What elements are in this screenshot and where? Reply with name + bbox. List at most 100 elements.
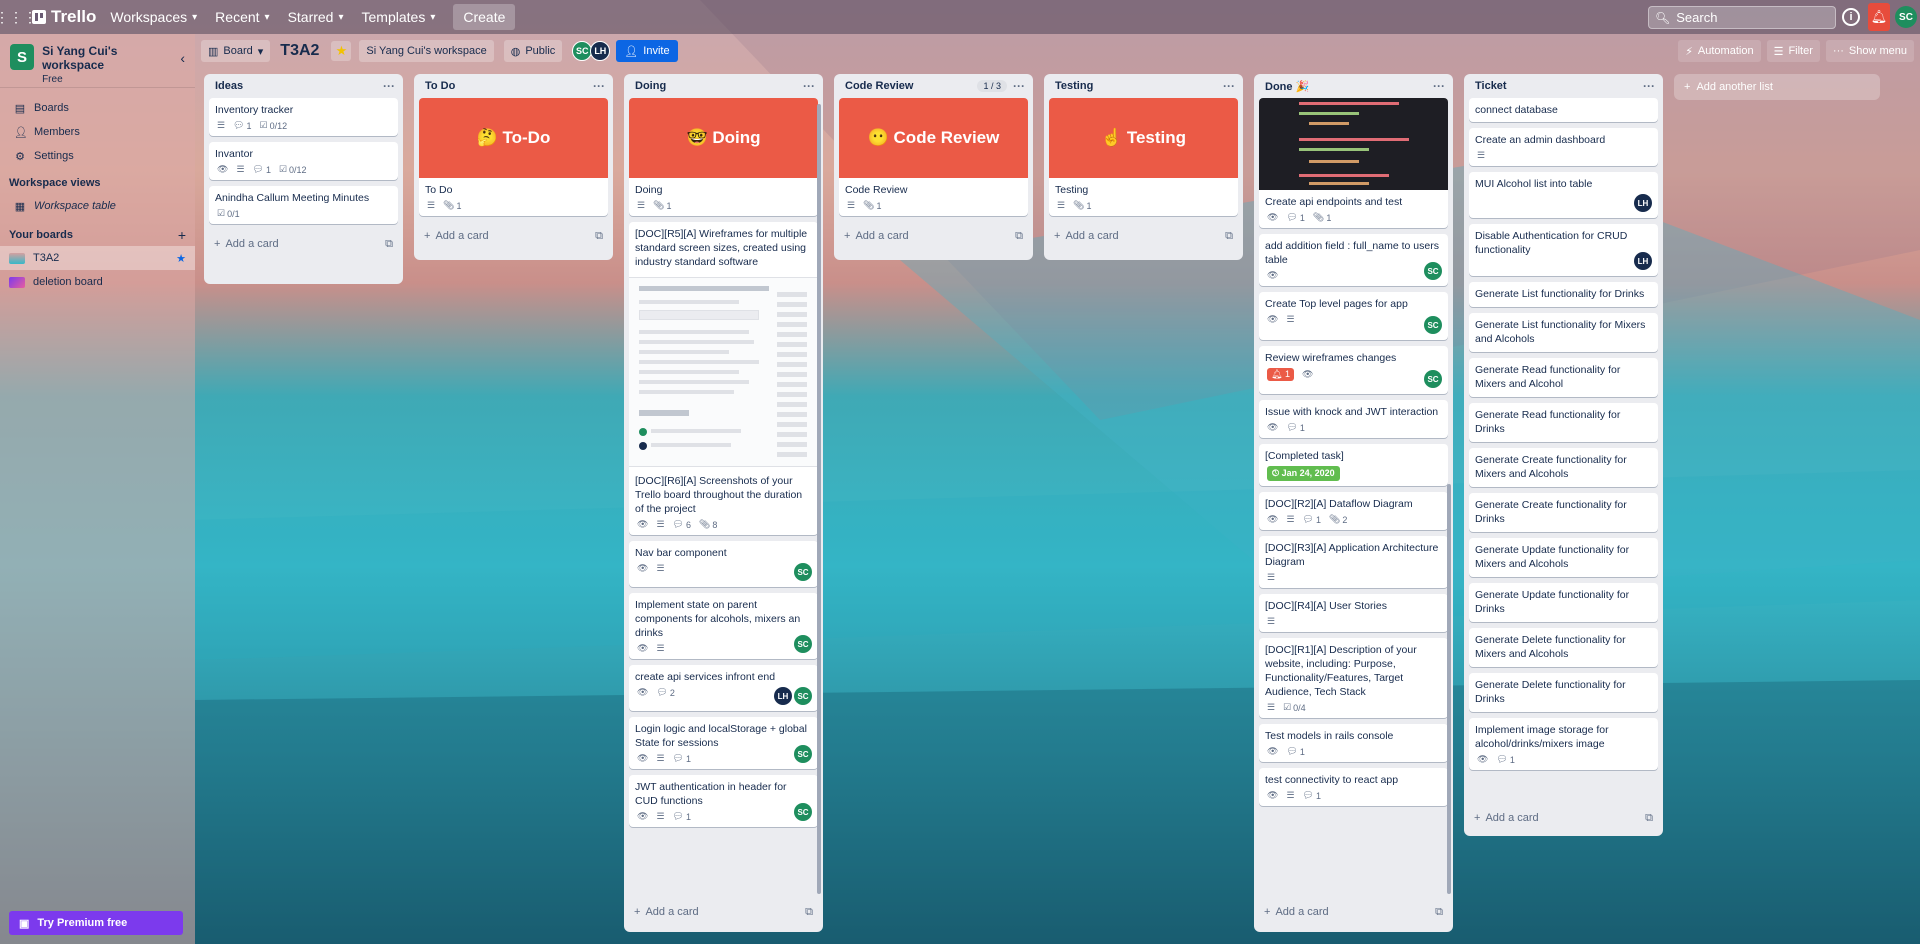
template-icon[interactable]: ⧉ <box>805 906 813 919</box>
list-menu-icon[interactable]: ··· <box>1223 79 1235 93</box>
app-switcher-icon[interactable]: ⋮⋮⋮ <box>0 7 37 27</box>
list-scrollbar[interactable] <box>1447 484 1451 894</box>
card[interactable]: Issue with knock and JWT interaction 👁︎ 💬… <box>1259 400 1448 438</box>
card[interactable]: Generate Delete functionality for Mixers… <box>1469 628 1658 667</box>
nav-starred[interactable]: Starred ▾ <box>288 9 344 25</box>
star-board-icon[interactable]: ★ <box>331 41 352 61</box>
card[interactable]: Generate Update functionality for Mixers… <box>1469 538 1658 577</box>
board-title[interactable]: T3A2 <box>280 42 319 60</box>
card[interactable]: [DOC][R2][A] Dataflow Diagram 👁︎ ☰ 💬︎ 1 📎︎ 2 <box>1259 492 1448 530</box>
invite-button[interactable]: 👤︎ Invite <box>616 40 678 62</box>
card[interactable]: Anindha Callum Meeting Minutes ☑ 0/1 <box>209 186 398 224</box>
add-card-button[interactable]: + Add a card ⧉ <box>1464 804 1663 832</box>
member-avatar[interactable]: SC <box>794 635 812 653</box>
list-scrollbar[interactable] <box>817 104 821 894</box>
card[interactable]: Login logic and localStorage + global St… <box>629 717 818 769</box>
add-card-button[interactable]: + Add a card ⧉ <box>1254 898 1453 926</box>
list-menu-icon[interactable]: ··· <box>1013 79 1025 93</box>
list-title[interactable]: Testing <box>1055 80 1093 92</box>
card[interactable]: Generate Update functionality for Drinks <box>1469 583 1658 622</box>
card[interactable]: Generate Read functionality for Drinks <box>1469 403 1658 442</box>
notification-bell-icon[interactable]: 🔔︎ <box>1868 3 1890 31</box>
list-title[interactable]: Ticket <box>1475 80 1507 92</box>
list-menu-icon[interactable]: ··· <box>1433 79 1445 93</box>
card[interactable]: [DOC][R4][A] User Stories ☰ <box>1259 594 1448 632</box>
card[interactable]: MUI Alcohol list into table LH <box>1469 172 1658 218</box>
info-icon[interactable]: i <box>1842 8 1860 26</box>
template-icon[interactable]: ⧉ <box>1435 906 1443 919</box>
sidebar-item-members[interactable]: 👤︎ Members <box>0 120 195 144</box>
sidebar-board-t3a2[interactable]: T3A2 ★ <box>0 246 195 270</box>
card[interactable]: [Completed task] 🕓︎ Jan 24, 2020 <box>1259 444 1448 486</box>
card[interactable]: Implement image storage for alcohol/drin… <box>1469 718 1658 770</box>
board-view-switcher[interactable]: ▥ Board ▾ <box>201 40 271 62</box>
member-avatar[interactable]: LH <box>1634 252 1652 270</box>
nav-recent[interactable]: Recent ▾ <box>215 9 269 25</box>
list-title[interactable]: Code Review <box>845 80 913 92</box>
card[interactable]: Generate List functionality for Drinks <box>1469 282 1658 307</box>
add-card-button[interactable]: + Add a card ⧉ <box>204 230 403 258</box>
member-avatar[interactable]: SC <box>794 563 812 581</box>
add-another-list-button[interactable]: + Add another list <box>1674 74 1880 100</box>
workspace-button[interactable]: Si Yang Cui's workspace <box>359 40 494 62</box>
add-card-button[interactable]: + Add a card ⧉ <box>1044 222 1243 250</box>
card[interactable]: JWT authentication in header for CUD fun… <box>629 775 818 827</box>
card[interactable]: 😶 Code Review Code Review ☰ 📎︎ 1 <box>839 98 1028 216</box>
list-title[interactable]: Done 🎉 <box>1265 80 1309 93</box>
filter-button[interactable]: ☰ Filter <box>1766 40 1820 62</box>
show-menu-button[interactable]: ··· Show menu <box>1825 40 1914 62</box>
list-title[interactable]: Ideas <box>215 80 243 92</box>
card[interactable]: Test models in rails console 👁︎ 💬︎ 1 <box>1259 724 1448 762</box>
sidebar-board-deletion[interactable]: deletion board <box>0 270 195 294</box>
list-menu-icon[interactable]: ··· <box>593 79 605 93</box>
add-card-button[interactable]: + Add a card ⧉ <box>624 898 823 926</box>
automation-button[interactable]: ⚡︎ Automation <box>1678 40 1761 62</box>
star-icon[interactable]: ★ <box>176 252 186 265</box>
card[interactable]: Generate Create functionality for Drinks <box>1469 493 1658 532</box>
search-input[interactable]: 🔍︎ Search <box>1648 6 1836 29</box>
card[interactable]: test connectivity to react app 👁︎ ☰ 💬︎ 1 <box>1259 768 1448 806</box>
card[interactable]: 🤓 Doing Doing ☰ 📎︎ 1 <box>629 98 818 216</box>
card[interactable]: Invantor 👁︎ ☰ 💬︎ 1 ☑ 0/12 <box>209 142 398 180</box>
member-avatar[interactable]: SC <box>1424 370 1442 388</box>
card[interactable]: Create Top level pages for app 👁︎ ☰ SC <box>1259 292 1448 340</box>
card[interactable]: Create api endpoints and test 👁︎ 💬︎ 1 📎︎ 1 <box>1259 98 1448 228</box>
list-menu-icon[interactable]: ··· <box>803 79 815 93</box>
collapse-sidebar-icon[interactable]: ‹ <box>180 50 185 66</box>
sidebar-item-workspace-table[interactable]: ▦ Workspace table <box>0 194 195 218</box>
member-avatar[interactable]: SC <box>572 41 593 61</box>
try-premium-button[interactable]: ▣ Try Premium free <box>9 911 183 935</box>
member-avatar[interactable]: SC <box>794 745 812 763</box>
template-icon[interactable]: ⧉ <box>1225 230 1233 243</box>
card[interactable]: connect database <box>1469 98 1658 122</box>
nav-templates[interactable]: Templates ▾ <box>362 9 436 25</box>
card[interactable]: Disable Authentication for CRUD function… <box>1469 224 1658 276</box>
template-icon[interactable]: ⧉ <box>385 238 393 251</box>
member-avatar[interactable]: SC <box>1424 262 1442 280</box>
list-title[interactable]: Doing <box>635 80 666 92</box>
member-avatar[interactable]: SC <box>794 803 812 821</box>
sidebar-item-boards[interactable]: ▤ Boards <box>0 96 195 120</box>
card[interactable]: Nav bar component 👁︎ ☰ SC <box>629 541 818 587</box>
create-button[interactable]: Create <box>453 4 516 30</box>
card[interactable]: Generate Read functionality for Mixers a… <box>1469 358 1658 397</box>
card[interactable]: Generate Delete functionality for Drinks <box>1469 673 1658 712</box>
add-board-icon[interactable]: + <box>178 227 186 243</box>
card[interactable]: 🤔 To-Do To Do ☰ 📎︎ 1 <box>419 98 608 216</box>
sidebar-item-settings[interactable]: ⚙︎ Settings <box>0 144 195 168</box>
card[interactable]: [DOC][R3][A] Application Architecture Di… <box>1259 536 1448 588</box>
template-icon[interactable]: ⧉ <box>1015 230 1023 243</box>
card[interactable]: create api services infront end 👁︎ 💬︎ 2 LH… <box>629 665 818 711</box>
trello-logo[interactable]: Trello <box>32 7 96 27</box>
card[interactable]: add addition field : full_name to users … <box>1259 234 1448 286</box>
card[interactable]: Review wireframes changes 🔔︎ 1 👁︎ SC <box>1259 346 1448 394</box>
template-icon[interactable]: ⧉ <box>1645 812 1653 825</box>
user-avatar[interactable]: SC <box>1895 6 1917 28</box>
nav-workspaces[interactable]: Workspaces ▾ <box>110 9 197 25</box>
visibility-button[interactable]: ◍ Public <box>503 40 563 62</box>
card[interactable]: Generate Create functionality for Mixers… <box>1469 448 1658 487</box>
card[interactable]: [DOC][R1][A] Description of your website… <box>1259 638 1448 718</box>
card[interactable]: Create an admin dashboard ☰ <box>1469 128 1658 166</box>
card[interactable]: [DOC][R5][A] Wireframes for multiple sta… <box>629 222 818 535</box>
member-avatar[interactable]: LH <box>774 687 792 705</box>
